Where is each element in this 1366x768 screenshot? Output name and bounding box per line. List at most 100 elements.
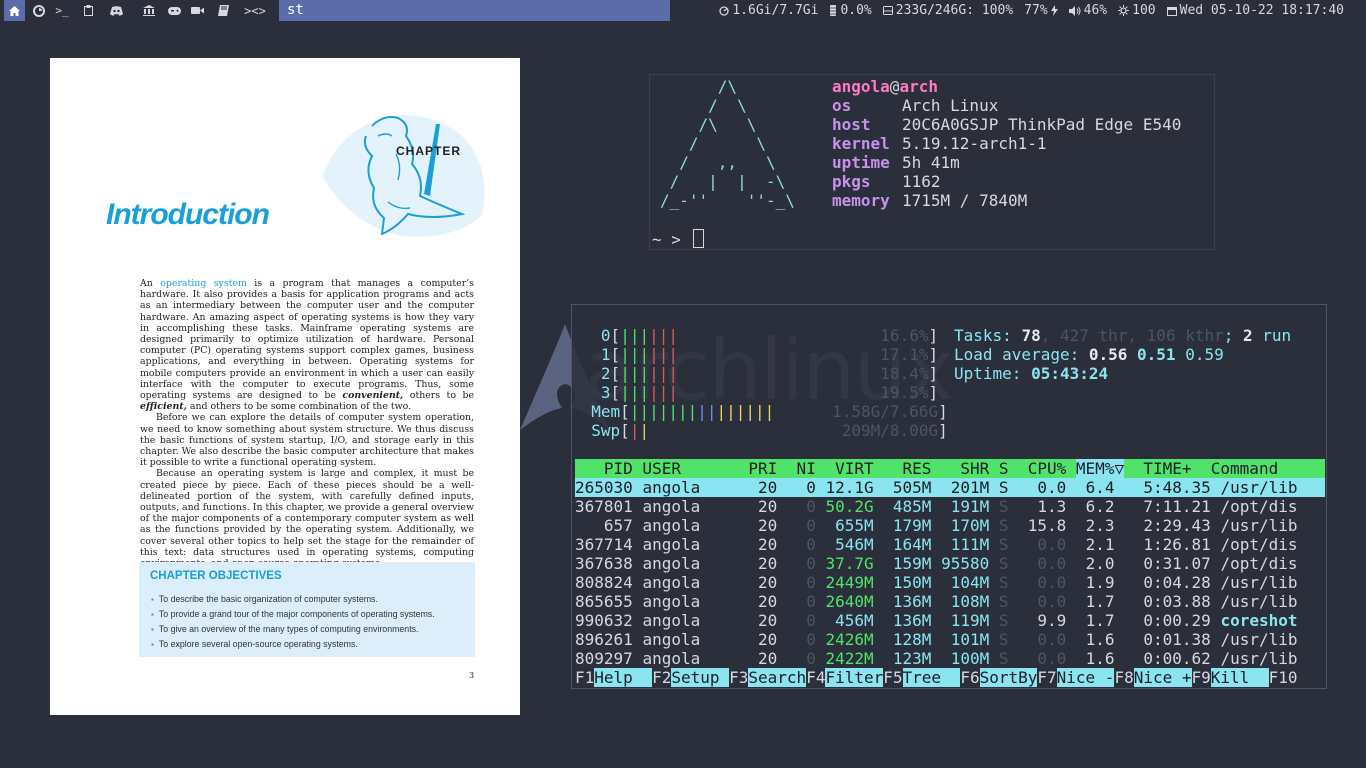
fkey-label[interactable]: Help	[594, 668, 653, 687]
process-row[interactable]: 990632 angola 20 0 456M 136M 119M S 9.9 …	[575, 611, 1325, 630]
fkey-f9[interactable]: F9	[1192, 668, 1211, 687]
fkey-f6[interactable]: F6	[960, 668, 979, 687]
status-area: 1.6Gi/7.7Gi 0.0% 233G/246G: 100% 77% 46%…	[719, 0, 1366, 21]
process-row[interactable]: 808824 angola 20 0 2449M 150M 104M S 0.0…	[575, 573, 1325, 592]
battery-status[interactable]: 77%	[1024, 3, 1058, 18]
process-user: angola	[642, 573, 749, 592]
process-time: 0:31.07	[1133, 554, 1221, 573]
brightness-status[interactable]: 100	[1118, 3, 1156, 18]
chip-icon	[829, 5, 838, 16]
clock-status[interactable]: Wed 05-10-22 18:17:40	[1166, 3, 1344, 18]
paragraph-1: An operating system is a program that ma…	[140, 278, 474, 413]
top-bar: >_ ><> st 1.6Gi/7.7Gi 0.0% 233G/246G: 10…	[0, 0, 1366, 21]
workspace-browser[interactable]	[29, 0, 49, 21]
fkey-f3[interactable]: F3	[729, 668, 748, 687]
process-shr: 201M	[931, 478, 999, 497]
process-table-header[interactable]: PID USER PRI NI VIRT RES SHR S CPU% MEM%…	[575, 459, 1325, 478]
process-virt: 12.1G	[815, 478, 874, 497]
process-row[interactable]: 367638 angola 20 0 37.7G 159M 95580 S 0.…	[575, 554, 1325, 573]
process-s: S	[998, 630, 1019, 649]
uptime-summary: Uptime: 05:43:24	[954, 364, 1109, 383]
fkey-label[interactable]: SortBy	[979, 668, 1038, 687]
fkey-f5[interactable]: F5	[883, 668, 902, 687]
fkey-f1[interactable]: F1	[575, 668, 594, 687]
workspace-home[interactable]	[4, 0, 25, 21]
memory-value: 1.6Gi/7.7Gi	[732, 3, 819, 18]
process-s: S	[998, 611, 1019, 630]
process-mem: 6.2	[1075, 497, 1134, 516]
dinosaur-illustration-icon	[322, 115, 485, 237]
fkey-f10[interactable]: F10	[1269, 668, 1298, 687]
shell-prompt[interactable]: ~ >	[652, 229, 704, 249]
process-cpu: 15.8	[1018, 516, 1076, 535]
process-pri: 20	[748, 592, 787, 611]
process-shr: 101M	[931, 630, 999, 649]
process-pid: 367714	[575, 535, 643, 554]
fkey-f2[interactable]: F2	[652, 668, 671, 687]
pdf-page[interactable]: CHAPTER Introduction An operating system…	[50, 58, 520, 715]
fkey-label[interactable]: Search	[748, 668, 807, 687]
process-mem: 1.7	[1075, 611, 1134, 630]
process-pri: 20	[748, 573, 787, 592]
process-res: 179M	[873, 516, 932, 535]
paragraph-2: Before we can explore the details of com…	[140, 412, 474, 469]
process-shr: 95580	[931, 554, 999, 573]
process-row[interactable]: 809297 angola 20 0 2422M 123M 100M S 0.0…	[575, 649, 1325, 668]
process-res: 485M	[873, 497, 932, 516]
objective-item: To describe the basic organization of co…	[151, 592, 435, 607]
home-icon	[9, 5, 20, 16]
fkey-f4[interactable]: F4	[806, 668, 825, 687]
process-row[interactable]: 865655 angola 20 0 2640M 136M 108M S 0.0…	[575, 592, 1325, 611]
process-s: S	[998, 592, 1019, 611]
process-row[interactable]: 367714 angola 20 0 546M 164M 111M S 0.0 …	[575, 535, 1325, 554]
process-virt: 456M	[815, 611, 874, 630]
fkey-label[interactable]: Nice +	[1133, 668, 1192, 687]
terminal-icon: >_	[55, 4, 69, 17]
htop-terminal[interactable]: 0[|||||| 16.6%] 1[|||||| 17.1%] 2[||||||…	[571, 304, 1327, 689]
process-s: S	[998, 573, 1019, 592]
fkey-label[interactable]: Nice -	[1056, 668, 1115, 687]
neofetch-terminal[interactable]: /\ / \ /\ \ / \ / ,, \ / | | -\ /_-'' ''…	[649, 74, 1215, 250]
workspace-code[interactable]: ><>	[240, 0, 270, 21]
process-row[interactable]: 657 angola 20 0 655M 179M 170M S 15.8 2.…	[575, 516, 1325, 535]
fkey-label[interactable]: Kill	[1210, 668, 1269, 687]
workspace-terminal[interactable]: >_	[50, 0, 74, 21]
process-pri: 20	[748, 516, 787, 535]
book-icon	[217, 5, 229, 16]
workspace-video[interactable]	[188, 0, 206, 21]
process-virt: 2640M	[815, 592, 874, 611]
sort-column-mem[interactable]: MEM%▽	[1075, 459, 1125, 478]
process-pid: 865655	[575, 592, 643, 611]
user-host: angola @ arch	[832, 77, 938, 96]
fkey-label[interactable]: Setup	[671, 668, 730, 687]
workspace-clipboard[interactable]	[79, 0, 97, 21]
cpu-status[interactable]: 0.0%	[829, 3, 872, 18]
process-cpu: 0.0	[1018, 478, 1076, 497]
process-time: 7:11.21	[1133, 497, 1221, 516]
process-cpu: 0.0	[1018, 649, 1076, 668]
process-row[interactable]: 367801 angola 20 0 50.2G 485M 191M S 1.3…	[575, 497, 1325, 516]
operating-system-link[interactable]: operating system	[160, 278, 247, 289]
fkey-f8[interactable]: F8	[1114, 668, 1133, 687]
process-row[interactable]: 265030 angola 20 0 12.1G 505M 201M S 0.0…	[575, 478, 1325, 497]
volume-status[interactable]: 46%	[1068, 3, 1107, 18]
process-row[interactable]: 896261 angola 20 0 2426M 128M 101M S 0.0…	[575, 630, 1325, 649]
disk-status[interactable]: 233G/246G: 100%	[882, 3, 1013, 18]
memory-status[interactable]: 1.6Gi/7.7Gi	[719, 3, 818, 18]
workspace-books[interactable]	[214, 0, 232, 21]
process-user: angola	[642, 649, 749, 668]
process-ni: 0	[786, 497, 816, 516]
process-user: angola	[642, 497, 749, 516]
workspace-games[interactable]	[165, 0, 183, 21]
process-shr: 100M	[931, 649, 999, 668]
process-time: 0:00.29	[1133, 611, 1221, 630]
workspace-discord[interactable]	[106, 0, 126, 21]
objective-item: To explore several open-source operating…	[151, 637, 435, 652]
process-pid: 265030	[575, 478, 643, 497]
fkey-f7[interactable]: F7	[1037, 668, 1056, 687]
fkey-label[interactable]: Filter	[825, 668, 884, 687]
process-cmd: /usr/lib	[1220, 649, 1298, 668]
fkey-label[interactable]: Tree	[902, 668, 961, 687]
workspace-bank[interactable]	[140, 0, 158, 21]
swap-meter: Swp[|| 209M/8.00G]	[591, 421, 948, 440]
